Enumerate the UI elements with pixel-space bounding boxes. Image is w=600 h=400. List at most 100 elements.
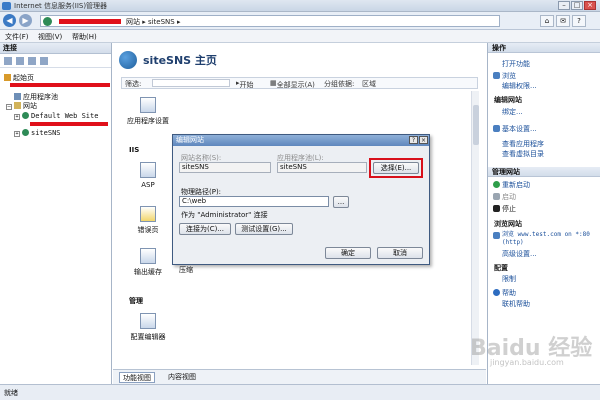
highlight-annotation bbox=[369, 158, 423, 178]
dialog-help-button[interactable]: ? bbox=[409, 136, 418, 144]
title-bar: Internet 信息服务(IIS)管理器 – □ × bbox=[0, 0, 600, 12]
action-limits[interactable]: 限制 bbox=[502, 274, 516, 284]
action-online-help[interactable]: 联机帮助 bbox=[502, 299, 530, 309]
tree-item-sites[interactable]: − 网站 bbox=[6, 101, 37, 111]
help-icon bbox=[493, 289, 500, 296]
refresh-icon[interactable] bbox=[40, 57, 48, 65]
feature-app-settings[interactable]: 应用程序设置 bbox=[125, 97, 171, 126]
window-title: Internet 信息服务(IIS)管理器 bbox=[14, 2, 108, 10]
action-view-virtual-dirs[interactable]: 查看虚拟目录 bbox=[502, 149, 544, 159]
output-cache-icon bbox=[140, 248, 156, 264]
tree-item-sitesns[interactable]: + siteSNS bbox=[14, 129, 61, 137]
tree-item-default-web-site[interactable]: + Default Web Site bbox=[14, 112, 98, 120]
home-page-icon bbox=[4, 74, 11, 81]
start-filter-button[interactable]: ▸ 开始 bbox=[236, 79, 254, 89]
iis-app-icon bbox=[2, 2, 11, 10]
group-by-label: 分组依据: bbox=[324, 80, 355, 88]
app-pool-field: siteSNS bbox=[277, 162, 367, 173]
action-advanced-settings[interactable]: 高级设置... bbox=[502, 249, 537, 259]
section-manage: 管理 bbox=[129, 297, 143, 305]
save-icon[interactable] bbox=[16, 57, 24, 65]
stop-icon bbox=[493, 205, 500, 212]
tab-content-view[interactable]: 内容视图 bbox=[165, 372, 199, 383]
page-title: siteSNS 主页 bbox=[119, 51, 217, 69]
folder-icon[interactable] bbox=[28, 57, 36, 65]
test-settings-button[interactable]: 测试设置(G)... bbox=[235, 223, 293, 235]
globe-icon bbox=[43, 17, 52, 26]
browse-site-section: 浏览网站 bbox=[494, 220, 522, 228]
minimize-button[interactable]: – bbox=[558, 1, 570, 10]
maximize-button[interactable]: □ bbox=[571, 1, 583, 10]
globe-icon bbox=[119, 51, 137, 69]
connections-header: 连接 bbox=[0, 43, 111, 54]
connections-panel: 连接 起始页 应用程序池 − 网站 + Default Web Site + site… bbox=[0, 43, 112, 384]
connect-icon[interactable] bbox=[4, 57, 12, 65]
menu-help[interactable]: 帮助(H) bbox=[72, 32, 97, 42]
connections-toolbar bbox=[0, 54, 111, 68]
connect-as-button[interactable]: 连接为(C)... bbox=[179, 223, 231, 235]
action-open-feature[interactable]: 打开功能 bbox=[502, 59, 530, 69]
start-icon bbox=[493, 193, 500, 200]
filter-bar: 筛选: ▸ 开始 ▦ 全部显示(A) 分组依据: 区域 bbox=[121, 77, 478, 89]
physical-path-input[interactable]: C:\web bbox=[179, 196, 329, 207]
app-pool-icon bbox=[14, 93, 21, 100]
edit-site-dialog: 编辑网站 ? × 网站名称(S): siteSNS 应用程序池(L): site… bbox=[172, 134, 430, 265]
restart-icon bbox=[493, 181, 500, 188]
action-bindings[interactable]: 绑定... bbox=[502, 107, 523, 117]
status-bar: 就绪 bbox=[0, 384, 600, 400]
menu-view[interactable]: 视图(V) bbox=[38, 32, 62, 42]
collapse-icon[interactable]: − bbox=[6, 104, 12, 110]
redacted-server-node bbox=[10, 83, 110, 87]
feature-compression[interactable]: 压缩 bbox=[163, 265, 209, 275]
section-iis: IIS bbox=[129, 146, 140, 154]
scrollbar-thumb[interactable] bbox=[473, 105, 479, 145]
feature-config-editor[interactable]: 配置编辑器 bbox=[125, 313, 171, 342]
filter-input[interactable] bbox=[152, 79, 230, 87]
expand-icon[interactable]: + bbox=[14, 131, 20, 137]
address-path[interactable]: 网站 ▸ siteSNS ▸ bbox=[40, 15, 500, 27]
expand-icon[interactable]: + bbox=[14, 114, 20, 120]
dialog-close-button[interactable]: × bbox=[419, 136, 428, 144]
browse-path-button[interactable]: ... bbox=[333, 196, 349, 208]
feature-asp[interactable]: ASP bbox=[125, 162, 171, 189]
actions-header: 操作 bbox=[488, 43, 600, 53]
configure-section: 配置 bbox=[494, 264, 508, 272]
mail-icon[interactable]: ✉ bbox=[556, 15, 570, 27]
dialog-title: 编辑网站 bbox=[173, 135, 429, 146]
action-browse[interactable]: 浏览 bbox=[502, 71, 516, 81]
action-view-applications[interactable]: 查看应用程序 bbox=[502, 139, 544, 149]
action-edit-permissions[interactable]: 编辑权限... bbox=[502, 81, 537, 91]
help-icon[interactable]: ? bbox=[572, 15, 586, 27]
menu-file[interactable]: 文件(F) bbox=[5, 32, 29, 42]
ok-button[interactable]: 确定 bbox=[325, 247, 371, 259]
group-by-select[interactable]: 区域 bbox=[362, 79, 376, 89]
edit-site-section: 编辑网站 bbox=[494, 96, 522, 104]
vertical-scrollbar[interactable] bbox=[471, 91, 479, 365]
close-button[interactable]: × bbox=[584, 1, 596, 10]
settings-icon bbox=[493, 125, 500, 132]
action-stop[interactable]: 停止 bbox=[502, 204, 516, 214]
manage-site-header: 管理网站 bbox=[488, 167, 600, 177]
config-editor-icon bbox=[140, 313, 156, 329]
connect-as-note: 作为 "Administrator" 连接 bbox=[181, 211, 268, 219]
forward-arrow-icon[interactable]: ▶ bbox=[19, 14, 32, 27]
baidu-watermark-url: jingyan.baidu.com bbox=[490, 358, 564, 367]
action-basic-settings[interactable]: 基本设置... bbox=[502, 124, 537, 134]
site-name-field: siteSNS bbox=[179, 162, 271, 173]
tab-features-view[interactable]: 功能视图 bbox=[119, 372, 155, 383]
breadcrumb: 网站 ▸ siteSNS ▸ bbox=[126, 18, 181, 26]
action-start[interactable]: 启动 bbox=[502, 192, 516, 202]
feature-error-pages[interactable]: 错误页 bbox=[125, 206, 171, 235]
action-restart[interactable]: 重新启动 bbox=[502, 180, 530, 190]
cancel-button[interactable]: 取消 bbox=[377, 247, 423, 259]
globe-icon bbox=[22, 129, 29, 136]
redacted-server-name bbox=[59, 19, 121, 24]
view-tabs: 功能视图 内容视图 bbox=[113, 369, 486, 384]
show-all-button[interactable]: ▦ 全部显示(A) bbox=[270, 79, 315, 89]
home-icon[interactable]: ⌂ bbox=[540, 15, 554, 27]
action-browse-url[interactable]: 浏览 www.test.com on *:80 (http) bbox=[502, 231, 598, 247]
action-help[interactable]: 帮助 bbox=[502, 288, 516, 298]
back-arrow-icon[interactable]: ◀ bbox=[3, 14, 16, 27]
browse-folder-icon bbox=[493, 72, 500, 79]
tree-item-start-page[interactable]: 起始页 bbox=[4, 73, 34, 83]
